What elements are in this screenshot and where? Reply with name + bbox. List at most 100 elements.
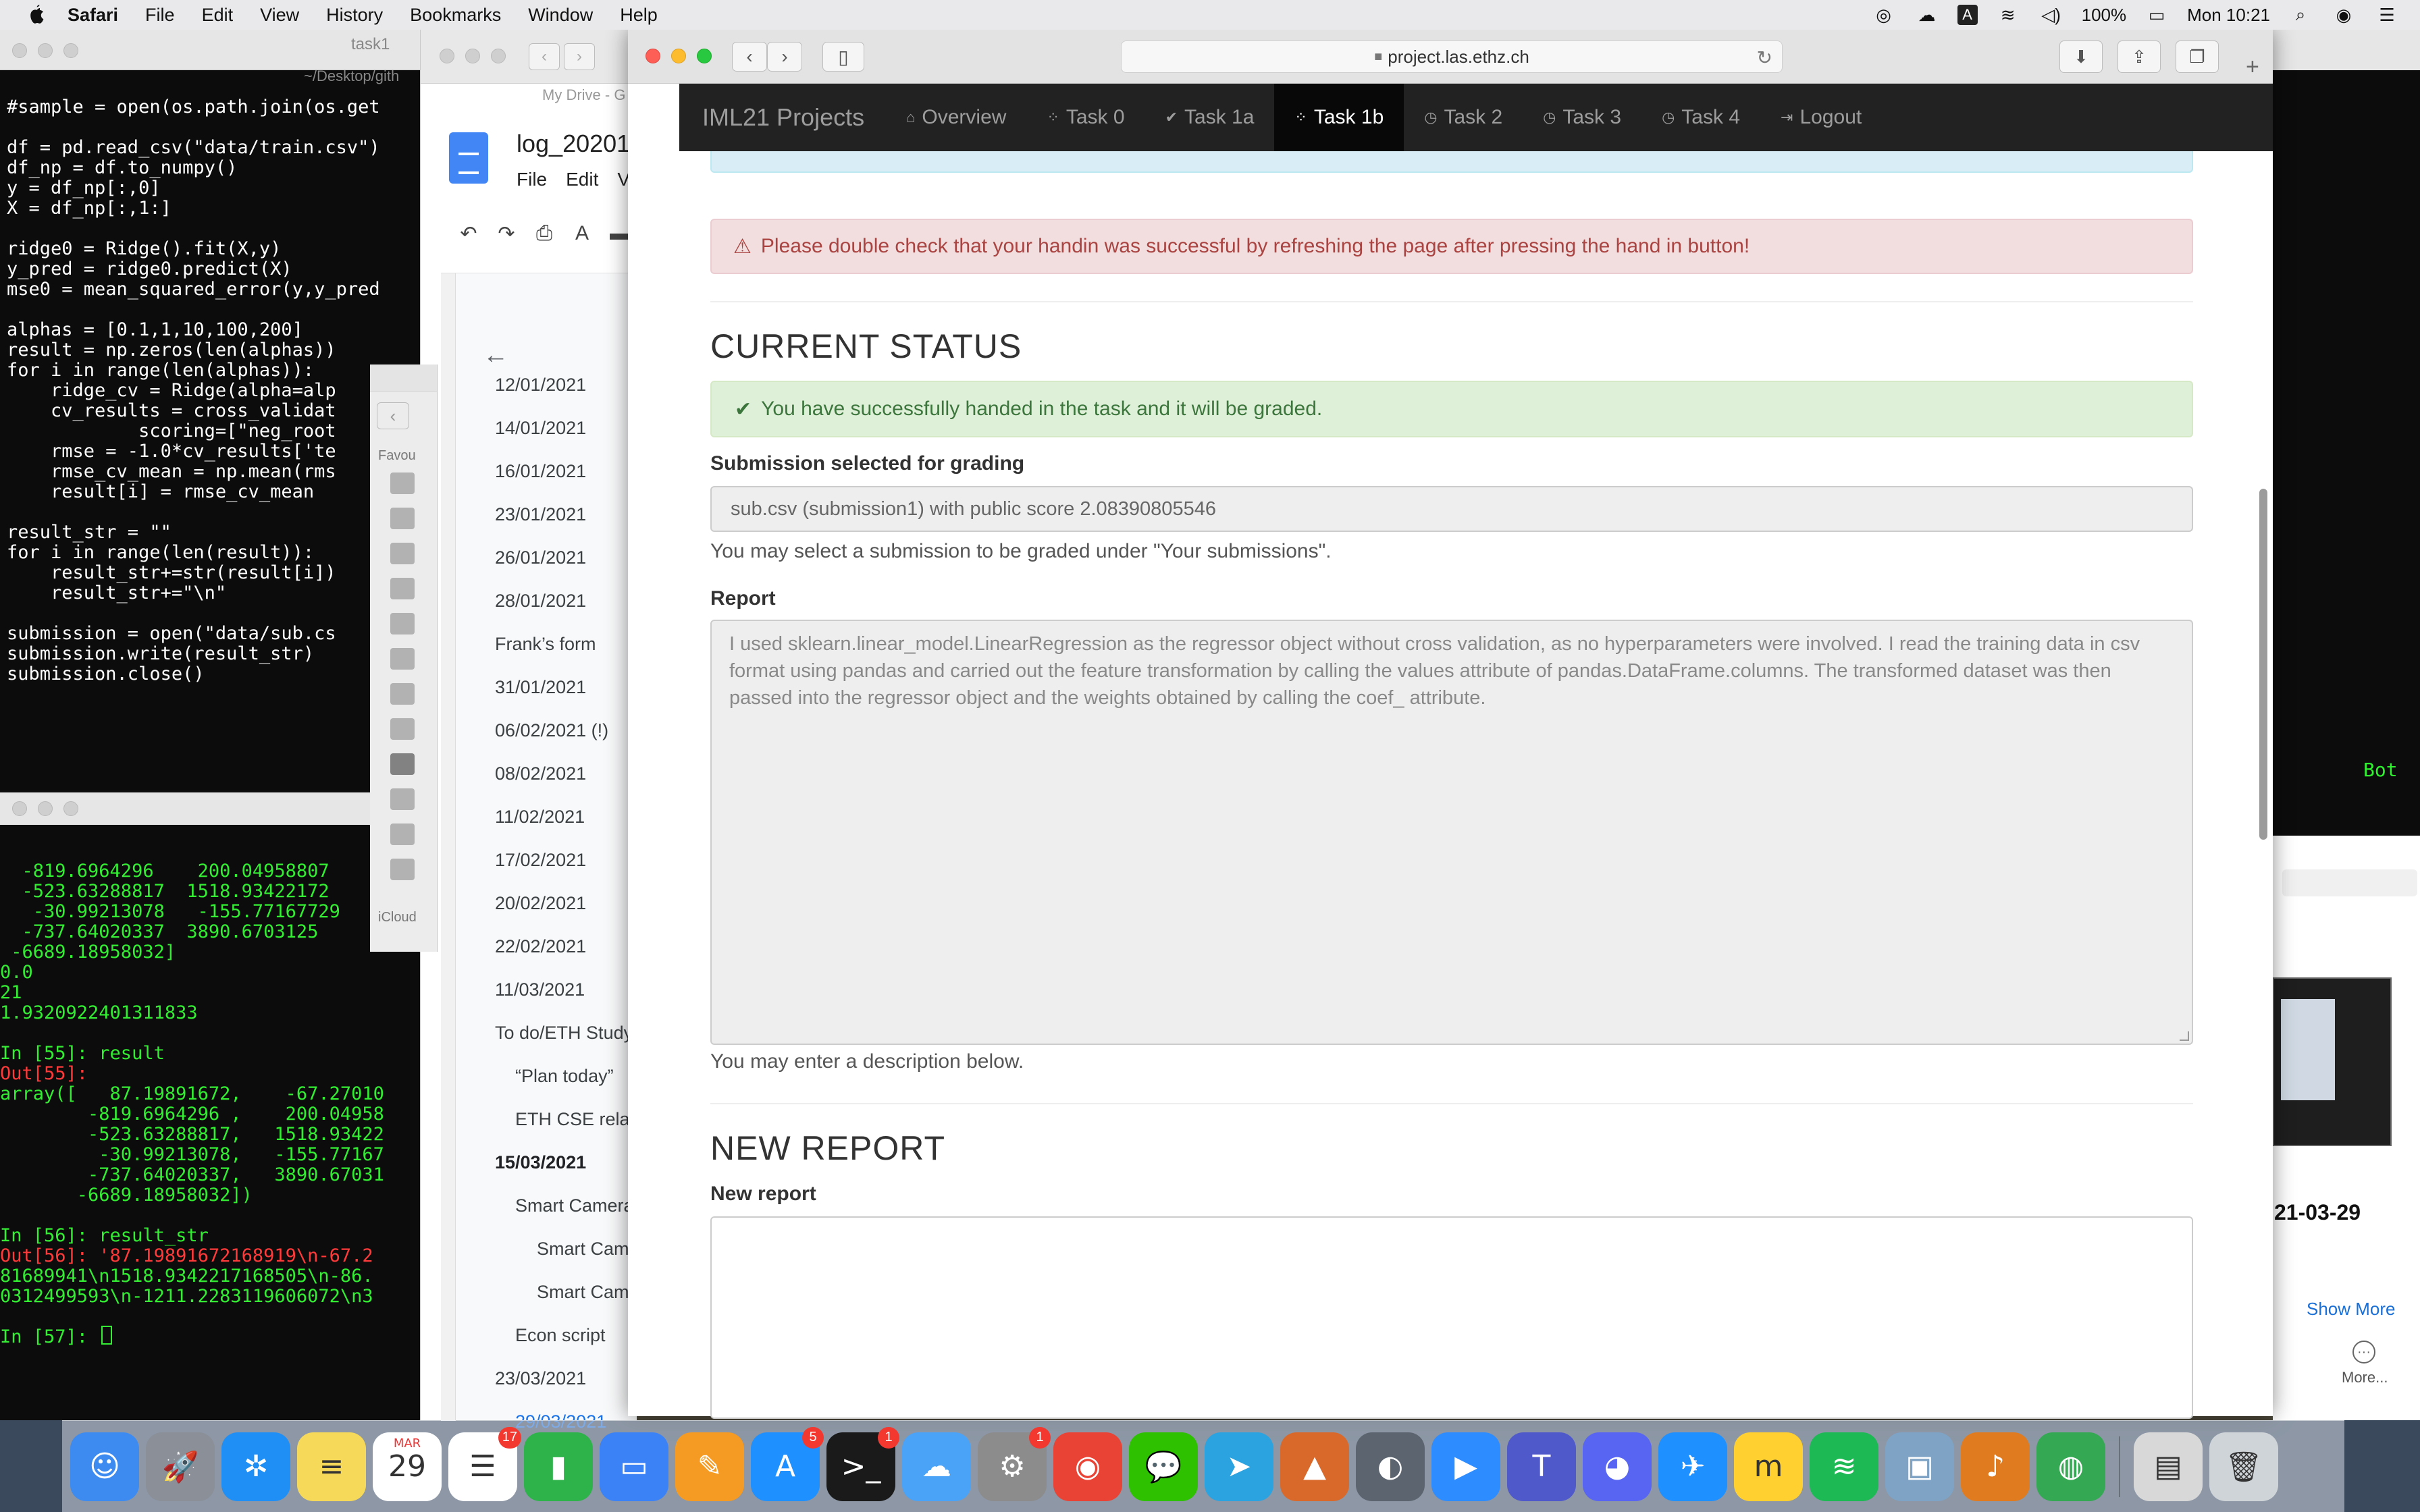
outline-item[interactable]: 22/02/2021 xyxy=(495,936,586,957)
google-drive-icon[interactable] xyxy=(390,648,415,670)
trash-icon[interactable]: 🗑 xyxy=(2209,1432,2278,1501)
back-icon[interactable]: ‹ xyxy=(529,43,560,70)
outline-item[interactable]: 26/01/2021 xyxy=(495,547,586,568)
teams-icon[interactable]: T xyxy=(1507,1432,1576,1501)
zoom-icon[interactable] xyxy=(63,43,78,58)
ipython-output[interactable]: -819.6964296 200.04958807 -523.63288817 … xyxy=(0,860,384,1347)
discord-icon[interactable]: ◕ xyxy=(1583,1432,1652,1501)
downloads-icon[interactable] xyxy=(390,753,415,775)
drive-icon[interactable] xyxy=(390,578,415,599)
address-bar[interactable]: ■ project.las.ethz.ch ↻ xyxy=(1121,40,1783,73)
right-panel-window[interactable]: 21-03-29 Show More ··· More... xyxy=(2273,836,2420,1420)
mail-app-icon[interactable]: ✈ xyxy=(1658,1432,1727,1501)
forward-icon[interactable]: › xyxy=(564,43,595,70)
cloud-icon[interactable]: ☁ xyxy=(1914,5,1940,25)
folder-icon[interactable] xyxy=(390,859,415,880)
outline-item[interactable]: Smart Cam xyxy=(537,1239,629,1260)
tabs-icon[interactable]: ❐ xyxy=(2176,40,2219,73)
doc-title[interactable]: log_20201 xyxy=(517,130,630,158)
undo-icon[interactable]: ↶ xyxy=(454,222,483,246)
nav-task-1b[interactable]: ⁘ Task 1b xyxy=(1274,84,1404,151)
terminal-titlebar[interactable]: task1 xyxy=(0,30,432,70)
outline-item[interactable]: Frank’s form xyxy=(495,634,596,655)
right-terminal-titlebar[interactable] xyxy=(2273,30,2420,70)
folder-icon[interactable] xyxy=(390,824,415,845)
garageband-icon[interactable]: ♪ xyxy=(1961,1432,2030,1501)
vpn-icon[interactable]: ◍ xyxy=(2036,1432,2105,1501)
redo-icon[interactable]: ↷ xyxy=(492,222,521,246)
share-icon[interactable]: ⇪ xyxy=(2118,40,2161,73)
reminders-icon[interactable]: ☰ 17 xyxy=(448,1426,521,1501)
outline-item[interactable]: 17/02/2021 xyxy=(495,850,586,871)
folder-icon[interactable] xyxy=(390,508,415,529)
volume-icon[interactable]: ◁) xyxy=(2038,5,2064,25)
page-scrollbar[interactable] xyxy=(2259,489,2267,840)
reload-icon[interactable]: ↻ xyxy=(1757,47,1772,69)
nav-logout[interactable]: ⇥ Logout xyxy=(1760,84,1882,151)
launchpad-icon[interactable]: 🚀 xyxy=(146,1432,215,1501)
keynote-icon[interactable]: ▭ xyxy=(600,1432,668,1501)
outline-item[interactable]: 14/01/2021 xyxy=(495,418,586,439)
menu-item-view[interactable]: View xyxy=(260,5,299,26)
minimize-icon[interactable] xyxy=(38,43,53,58)
docs-logo-icon[interactable] xyxy=(449,132,488,184)
outline-item[interactable]: “Plan today” xyxy=(515,1066,614,1087)
system-preferences-icon[interactable]: ⚙ 1 xyxy=(978,1426,1051,1501)
outline-item[interactable]: 11/03/2021 xyxy=(495,979,585,1000)
terminal-window-ipython[interactable]: -819.6964296 200.04958807 -523.63288817 … xyxy=(0,792,432,1420)
menu-app-name[interactable]: Safari xyxy=(68,5,118,26)
outline-item[interactable]: 31/01/2021 xyxy=(495,677,586,698)
pages-icon[interactable]: ✎ xyxy=(675,1432,744,1501)
zoom-icon[interactable]: ▶ xyxy=(1431,1432,1500,1501)
minimize-icon[interactable] xyxy=(465,49,480,63)
notes-icon[interactable]: ≡ xyxy=(297,1432,366,1501)
menu-item-help[interactable]: Help xyxy=(620,5,658,26)
close-icon[interactable] xyxy=(12,43,27,58)
pro-app-icon[interactable]: ◐ xyxy=(1356,1432,1425,1501)
nav-task-1a[interactable]: ✔ Task 1a xyxy=(1145,84,1275,151)
safari-window[interactable]: ‹ › ▯ ■ project.las.ethz.ch ↻ ⬇ ⇪ ❐ + IM… xyxy=(628,30,2273,1419)
minimize-icon[interactable] xyxy=(671,49,686,63)
finder-icon[interactable]: ☺ xyxy=(70,1432,139,1501)
new-report-textarea[interactable] xyxy=(710,1216,2193,1419)
nav-task-3[interactable]: ◷ Task 3 xyxy=(1523,84,1641,151)
outline-item[interactable]: Econ script xyxy=(515,1325,606,1346)
back-icon[interactable]: ‹ xyxy=(732,42,767,72)
outline-item[interactable]: Smart Camera xyxy=(515,1195,634,1216)
drive-breadcrumb[interactable]: My Drive - G xyxy=(542,86,625,104)
applications-icon[interactable] xyxy=(390,613,415,634)
sidebar-icon[interactable]: ▯ xyxy=(822,42,864,72)
docs-menu-item[interactable]: Edit xyxy=(566,169,598,190)
wechat-icon[interactable]: 💬 xyxy=(1129,1432,1198,1501)
miro-icon[interactable]: m xyxy=(1734,1432,1803,1501)
print-icon[interactable]: ⎙ xyxy=(530,222,558,245)
terminal-window-editor[interactable]: task1 ~/Desktop/gith #sample = open(os.p… xyxy=(0,30,432,792)
app-store-icon[interactable]: A5 xyxy=(751,1426,824,1501)
outline-item[interactable]: 06/02/2021 (!) xyxy=(495,720,608,741)
outline-back-icon[interactable]: ← xyxy=(483,341,508,370)
zoom-icon[interactable] xyxy=(697,49,712,63)
close-icon[interactable] xyxy=(646,49,660,63)
matlab-icon[interactable]: ▲ xyxy=(1280,1432,1349,1501)
site-brand[interactable]: IML21 Projects xyxy=(679,84,886,151)
spellcheck-icon[interactable]: A xyxy=(568,222,596,245)
right-panel-search[interactable] xyxy=(2282,869,2417,896)
close-icon[interactable] xyxy=(440,49,454,63)
code-editor[interactable]: #sample = open(os.path.join(os.get df = p… xyxy=(7,96,380,684)
minimize-icon[interactable] xyxy=(38,801,53,816)
chrome-icon[interactable]: ◉ xyxy=(1053,1432,1122,1501)
nav-task-0[interactable]: ⁘ Task 0 xyxy=(1026,84,1145,151)
outline-item[interactable]: 23/01/2021 xyxy=(495,504,586,525)
zoom-icon[interactable] xyxy=(491,49,506,63)
siri-icon[interactable]: ◉ xyxy=(2331,5,2357,25)
battery-icon[interactable]: ▭ xyxy=(2144,5,2169,25)
outline-item[interactable]: 15/03/2021 xyxy=(495,1152,586,1173)
outline-item[interactable]: Smart Cam xyxy=(537,1282,629,1303)
outline-item[interactable]: 12/01/2021 xyxy=(495,375,586,396)
outline-item[interactable]: ETH CSE rela xyxy=(515,1109,630,1130)
outline-item[interactable]: 16/01/2021 xyxy=(495,461,586,482)
outline-item[interactable]: 20/02/2021 xyxy=(495,893,586,914)
nav-task-4[interactable]: ◷ Task 4 xyxy=(1641,84,1760,151)
outline-item[interactable]: 08/02/2021 xyxy=(495,763,586,784)
finder-titlebar[interactable] xyxy=(370,364,437,392)
